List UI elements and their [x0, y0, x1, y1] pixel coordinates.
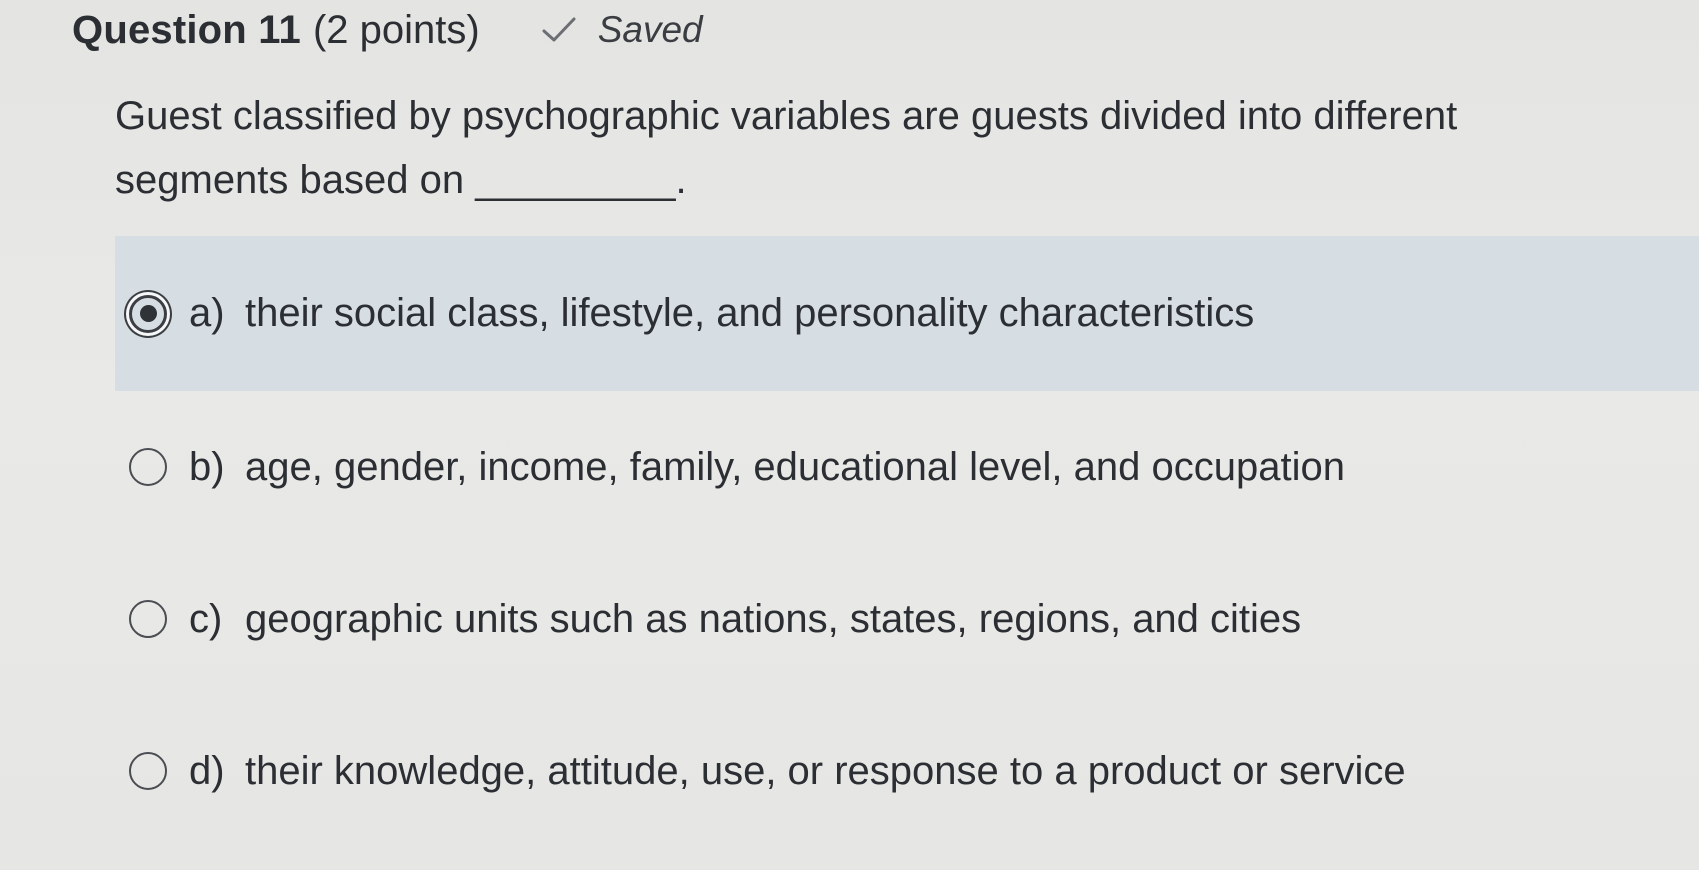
option-a[interactable]: a) their social class, lifestyle, and pe…: [115, 236, 1699, 391]
option-letter: b): [189, 444, 225, 489]
question-points: (2 points): [312, 7, 480, 52]
saved-label: Saved: [597, 9, 703, 50]
option-letter: a): [189, 291, 225, 335]
option-b[interactable]: b) age, gender, income, family, educatio…: [115, 391, 1699, 543]
option-letter: c): [189, 596, 223, 641]
question-header: Question 11 (2 points) Saved: [72, 0, 703, 60]
radio-button-d[interactable]: [129, 752, 167, 790]
question-title: Question 11: [72, 7, 301, 52]
answer-options: a) their social class, lifestyle, and pe…: [115, 236, 1699, 847]
radio-selected-dot: [139, 305, 157, 322]
radio-button-c[interactable]: [129, 600, 167, 638]
option-c[interactable]: c) geographic units such as nations, sta…: [115, 543, 1699, 695]
option-text: their social class, lifestyle, and perso…: [245, 291, 1255, 335]
option-letter: d): [189, 748, 225, 793]
option-text: geographic units such as nations, states…: [245, 596, 1302, 641]
radio-button-b[interactable]: [129, 448, 167, 486]
option-d[interactable]: d) their knowledge, attitude, use, or re…: [115, 695, 1699, 847]
check-icon: [542, 17, 576, 42]
option-text: age, gender, income, family, educational…: [245, 444, 1345, 489]
saved-status: Saved: [540, 9, 703, 51]
question-prompt: Guest classified by psychographic variab…: [115, 94, 1458, 202]
radio-button-a[interactable]: [129, 294, 167, 333]
option-text: their knowledge, attitude, use, or respo…: [245, 748, 1406, 793]
